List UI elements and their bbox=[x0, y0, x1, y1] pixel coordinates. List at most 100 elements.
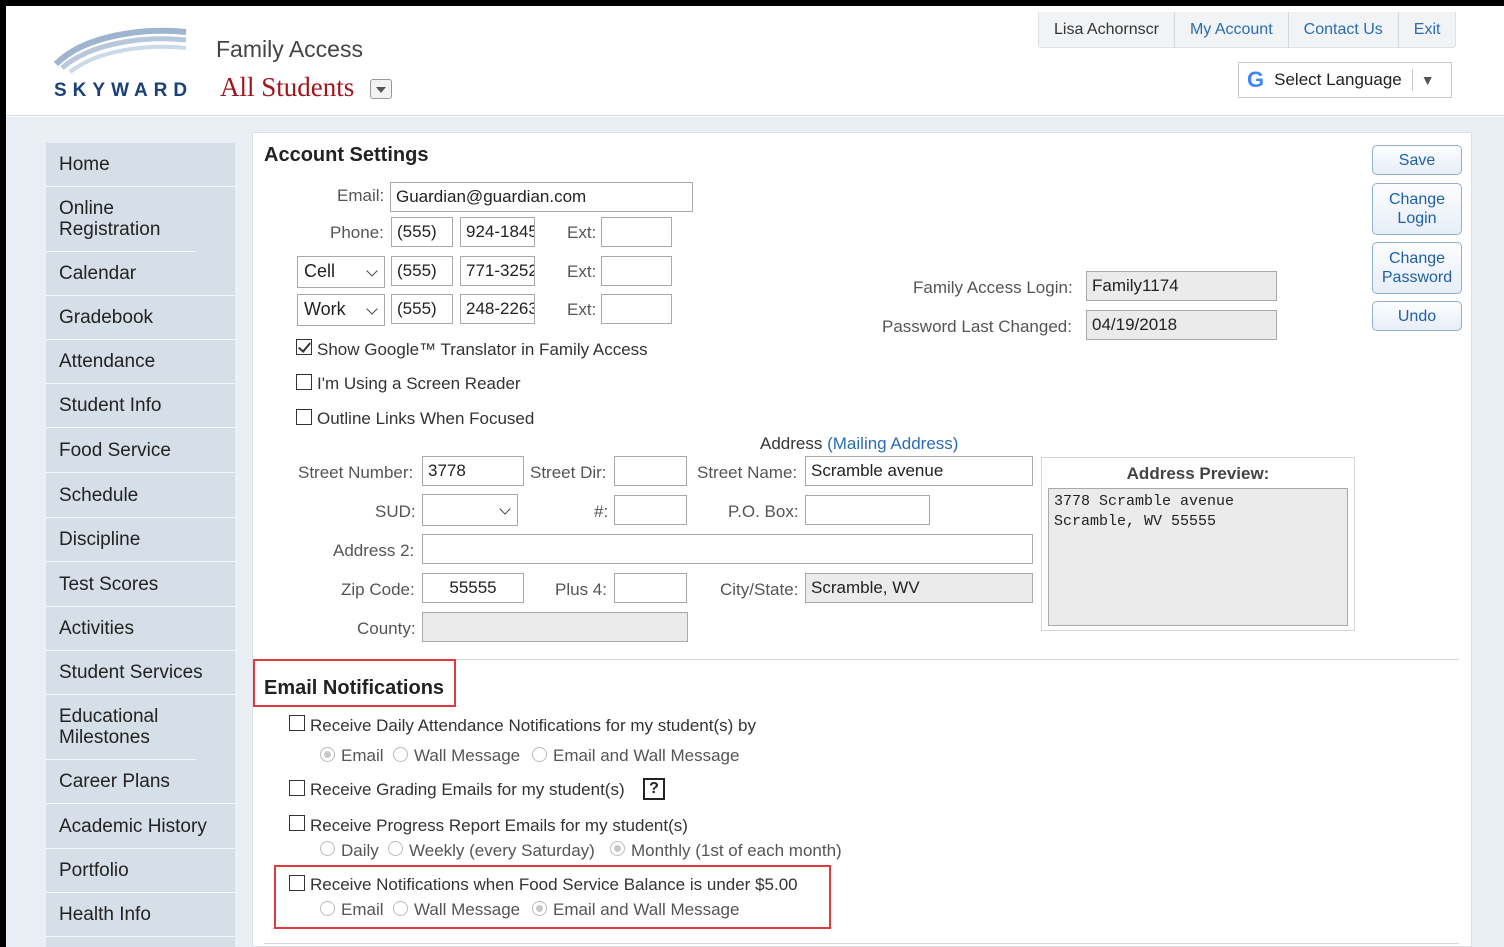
county-field bbox=[422, 612, 688, 642]
student-selector[interactable]: All Students bbox=[220, 72, 354, 103]
street-name-label: Street Name: bbox=[697, 463, 798, 482]
food-email-label: Email bbox=[341, 900, 384, 919]
sidebar-item-schedule[interactable]: Schedule bbox=[46, 473, 235, 518]
ext-label-1: Ext: bbox=[567, 223, 597, 242]
po-box-field[interactable] bbox=[805, 495, 930, 525]
street-number-field[interactable]: 3778 bbox=[422, 456, 524, 486]
plus4-label: Plus 4: bbox=[555, 580, 607, 599]
food-email-wall-label: Email and Wall Message bbox=[553, 900, 740, 919]
street-dir-field[interactable] bbox=[614, 456, 687, 486]
phone-area-code-3[interactable]: (555) bbox=[391, 294, 453, 324]
sidebar-item-test-scores[interactable]: Test Scores bbox=[46, 562, 235, 607]
email-field[interactable]: Guardian@guardian.com bbox=[390, 182, 693, 212]
language-label: Select Language bbox=[1274, 70, 1402, 89]
phone-area-code-2[interactable]: (555) bbox=[391, 256, 453, 286]
account-settings-panel: Account Settings Email: Guardian@guardia… bbox=[252, 132, 1472, 947]
address2-label: Address 2: bbox=[333, 541, 415, 560]
food-service-balance-checkbox[interactable] bbox=[289, 875, 305, 891]
sidebar-item-calendar[interactable]: Calendar bbox=[46, 252, 235, 296]
account-settings-title: Account Settings bbox=[264, 144, 429, 166]
phone-type-value-3: Work bbox=[304, 299, 346, 319]
sidebar-item-career-plans[interactable]: Career Plans bbox=[46, 760, 235, 804]
sidebar-item-gradebook[interactable]: Gradebook bbox=[46, 296, 235, 340]
language-selector[interactable]: G Select Language ▼ bbox=[1238, 62, 1452, 98]
mailing-address-link[interactable]: (Mailing Address) bbox=[827, 434, 958, 453]
food-wall-message-radio[interactable] bbox=[393, 901, 408, 916]
food-email-radio[interactable] bbox=[320, 901, 335, 916]
svg-text:SKYWARD: SKYWARD bbox=[54, 80, 193, 101]
progress-daily-radio[interactable] bbox=[320, 841, 335, 856]
sidebar-item-educational-milestones[interactable]: Educational Milestones bbox=[46, 695, 196, 760]
attendance-email-radio[interactable] bbox=[320, 747, 335, 762]
google-translator-label: Show Google™ Translator in Family Access bbox=[317, 340, 648, 359]
phone-number-1[interactable]: 924-1845 bbox=[460, 217, 535, 247]
phone-ext-3[interactable] bbox=[601, 294, 672, 324]
language-divider bbox=[1411, 69, 1413, 91]
progress-report-checkbox[interactable] bbox=[289, 815, 305, 831]
contact-us-link[interactable]: Contact Us bbox=[1287, 12, 1398, 48]
city-state-field: Scramble, WV bbox=[805, 573, 1033, 603]
change-login-button[interactable]: Change Login bbox=[1372, 183, 1462, 235]
screen-reader-label: I'm Using a Screen Reader bbox=[317, 374, 521, 393]
sidebar-item-student-services[interactable]: Student Services bbox=[46, 651, 235, 695]
dropdown-arrow-icon: ▼ bbox=[1420, 72, 1435, 88]
change-login-label-1: Change bbox=[1388, 191, 1446, 208]
progress-monthly-radio[interactable] bbox=[610, 841, 625, 856]
phone-type-select-3[interactable]: Work bbox=[297, 294, 385, 326]
sidebar-item-attendance[interactable]: Attendance bbox=[46, 340, 235, 384]
county-label: County: bbox=[357, 619, 416, 638]
sidebar-item-food-service[interactable]: Food Service bbox=[46, 428, 235, 473]
progress-weekly-radio[interactable] bbox=[388, 841, 403, 856]
attendance-email-wall-radio[interactable] bbox=[532, 747, 547, 762]
address-heading-text: Address bbox=[760, 434, 823, 453]
grading-emails-checkbox[interactable] bbox=[289, 780, 305, 796]
save-button[interactable]: Save bbox=[1372, 145, 1462, 175]
city-state-label: City/State: bbox=[720, 580, 799, 599]
chevron-down-icon bbox=[499, 503, 511, 515]
sidebar-item-student-info[interactable]: Student Info bbox=[46, 384, 235, 428]
phone-ext-2[interactable] bbox=[601, 256, 672, 286]
phone-number-2[interactable]: 771-3252 bbox=[460, 256, 535, 286]
chevron-down-icon bbox=[366, 265, 378, 277]
password-last-changed-label: Password Last Changed: bbox=[882, 317, 1072, 336]
student-dropdown-button[interactable] bbox=[370, 79, 392, 99]
screen-reader-checkbox[interactable] bbox=[296, 374, 312, 390]
sidebar-item-portfolio[interactable]: Portfolio bbox=[46, 849, 235, 893]
sidebar-item-academic-history[interactable]: Academic History bbox=[46, 804, 235, 849]
sidebar-item-discipline[interactable]: Discipline bbox=[46, 518, 235, 562]
outline-links-checkbox[interactable] bbox=[296, 409, 312, 425]
phone-ext-1[interactable] bbox=[601, 217, 672, 247]
attendance-notifications-checkbox[interactable] bbox=[289, 715, 305, 731]
sidebar-item-health-info[interactable]: Health Info bbox=[46, 893, 235, 937]
sud-select[interactable] bbox=[422, 494, 518, 526]
sidebar-item-activities[interactable]: Activities bbox=[46, 607, 235, 651]
hash-field[interactable] bbox=[614, 495, 687, 525]
email-notifications-title: Email Notifications bbox=[264, 677, 445, 699]
food-email-wall-radio[interactable] bbox=[532, 901, 547, 916]
user-name: Lisa Achornscr bbox=[1054, 21, 1159, 38]
sidebar-item-online-registration[interactable]: Online Registration bbox=[46, 187, 196, 252]
street-dir-label: Street Dir: bbox=[530, 463, 607, 482]
help-icon[interactable]: ? bbox=[643, 778, 665, 800]
save-button-label: Save bbox=[1398, 152, 1436, 169]
change-password-label-1: Change bbox=[1388, 250, 1446, 267]
app-title: Family Access bbox=[216, 36, 363, 62]
exit-link[interactable]: Exit bbox=[1397, 12, 1456, 48]
family-access-login-field: Family1174 bbox=[1086, 271, 1277, 301]
change-password-button[interactable]: Change Password bbox=[1372, 242, 1462, 294]
zip-code-field[interactable]: 55555 bbox=[422, 573, 524, 603]
attendance-email-wall-label: Email and Wall Message bbox=[553, 746, 740, 765]
attendance-wall-message-radio[interactable] bbox=[393, 747, 408, 762]
sidebar-item-home[interactable]: Home bbox=[46, 143, 235, 187]
street-name-field[interactable]: Scramble avenue bbox=[805, 456, 1033, 486]
progress-weekly-label: Weekly (every Saturday) bbox=[409, 841, 595, 860]
family-access-login-label: Family Access Login: bbox=[913, 278, 1073, 297]
google-translator-checkbox[interactable] bbox=[296, 339, 312, 355]
undo-button[interactable]: Undo bbox=[1372, 301, 1462, 331]
my-account-link[interactable]: My Account bbox=[1173, 12, 1288, 48]
plus4-field[interactable] bbox=[614, 573, 687, 603]
phone-area-code-1[interactable]: (555) bbox=[391, 217, 453, 247]
phone-number-3[interactable]: 248-2263 bbox=[460, 294, 535, 324]
phone-type-select-2[interactable]: Cell bbox=[297, 256, 385, 288]
address2-field[interactable] bbox=[422, 534, 1033, 564]
